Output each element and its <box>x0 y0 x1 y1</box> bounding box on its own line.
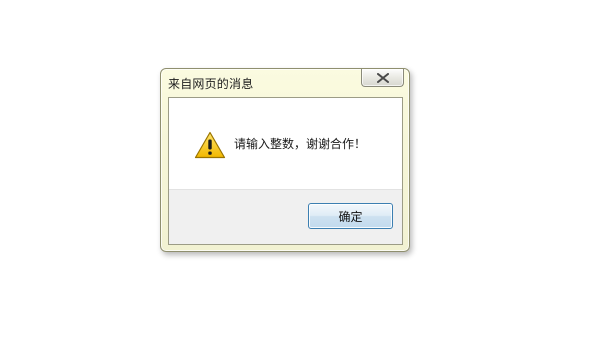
dialog-title: 来自网页的消息 <box>168 77 254 91</box>
dialog-body: 请输入整数，谢谢合作！ 确定 <box>168 97 403 245</box>
alert-dialog: 来自网页的消息 请输入整数，谢谢合作！ 确定 <box>160 68 410 252</box>
close-icon <box>377 73 389 83</box>
dialog-titlebar[interactable]: 来自网页的消息 <box>161 69 409 97</box>
page-background: 来自网页的消息 请输入整数，谢谢合作！ 确定 <box>0 0 594 361</box>
close-button[interactable] <box>361 69 404 87</box>
message-area: 请输入整数，谢谢合作！ <box>169 98 402 189</box>
warning-icon <box>194 131 226 159</box>
ok-button[interactable]: 确定 <box>308 203 393 229</box>
button-area: 确定 <box>169 189 402 244</box>
alert-message: 请输入整数，谢谢合作！ <box>234 137 367 151</box>
